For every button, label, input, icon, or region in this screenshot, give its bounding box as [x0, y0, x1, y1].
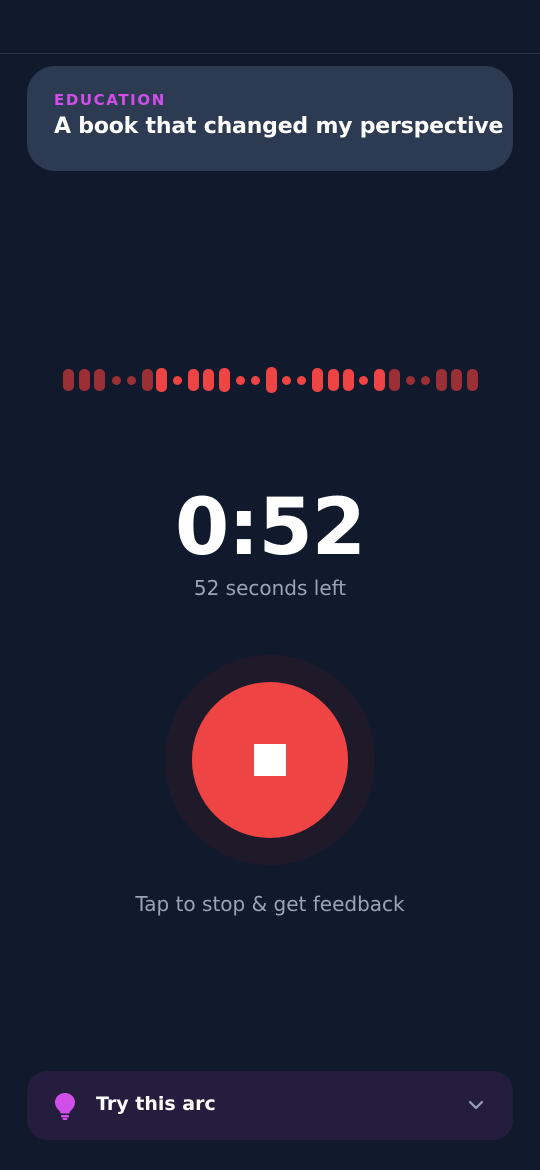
waveform-bar — [126, 375, 136, 385]
waveform-bar — [405, 375, 415, 385]
audio-waveform — [0, 366, 540, 394]
waveform-bar — [327, 369, 339, 391]
waveform-bar — [281, 375, 291, 385]
waveform-bar — [388, 369, 400, 391]
waveform-bar — [155, 368, 167, 392]
waveform-bar — [111, 375, 121, 385]
stop-hint: Tap to stop & get feedback — [135, 892, 405, 916]
waveform-bar — [373, 369, 385, 391]
waveform-bar — [358, 375, 368, 385]
chevron-down-icon — [468, 1100, 484, 1110]
countdown-timer: 0:52 — [174, 483, 366, 573]
waveform-bar — [141, 369, 153, 391]
time-remaining-label: 52 seconds left — [193, 576, 347, 600]
waveform-bar — [78, 369, 90, 391]
waveform-bar — [218, 368, 230, 392]
top-divider — [0, 53, 540, 54]
waveform-bar — [450, 369, 462, 391]
waveform-bar — [420, 375, 430, 385]
waveform-bar — [250, 375, 260, 385]
stop-icon — [254, 744, 286, 776]
waveform-bar — [311, 368, 323, 392]
waveform-bar — [172, 375, 182, 385]
prompt-category: EDUCATION — [54, 91, 166, 109]
try-this-arc-label: Try this arc — [96, 1093, 216, 1115]
waveform-bar — [265, 367, 277, 393]
try-this-arc-toggle[interactable]: Try this arc — [27, 1071, 513, 1140]
waveform-bar — [342, 369, 354, 391]
prompt-text: A book that changed my perspective — [54, 114, 504, 139]
waveform-bar — [466, 369, 478, 391]
waveform-bar — [296, 375, 306, 385]
stop-recording-button[interactable] — [192, 682, 348, 838]
waveform-bar — [62, 369, 74, 391]
waveform-bar — [235, 375, 245, 385]
recording-screen: EDUCATION A book that changed my perspec… — [0, 0, 540, 1170]
waveform-bar — [93, 369, 105, 391]
waveform-bar — [187, 369, 199, 391]
prompt-card: EDUCATION A book that changed my perspec… — [27, 66, 513, 171]
waveform-bar — [435, 369, 447, 391]
waveform-bar — [202, 369, 214, 391]
lightbulb-icon — [55, 1093, 75, 1120]
